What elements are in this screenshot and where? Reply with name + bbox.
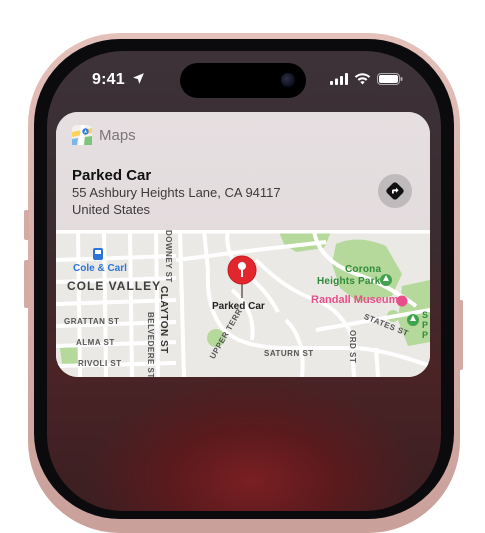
street-label-clayton: CLAYTON ST	[158, 286, 169, 354]
poi-corona-line1: Corona	[345, 264, 382, 275]
street-label-grattan: GRATTAN ST	[64, 317, 120, 326]
time-text: 9:41	[92, 71, 125, 88]
volume-down-button	[24, 260, 29, 308]
side-button	[458, 300, 463, 370]
address-line-2: United States	[72, 202, 151, 217]
neighborhood-label: COLE VALLEY	[67, 279, 162, 293]
status-icons	[330, 73, 403, 85]
app-name: Maps	[99, 126, 136, 144]
volume-up-button	[24, 210, 29, 240]
directions-arrow-icon	[386, 182, 404, 200]
notification-title: Parked Car	[72, 167, 152, 184]
street-label-alma: ALMA ST	[76, 338, 115, 347]
camera-icon	[281, 73, 295, 87]
app-row: Maps	[72, 125, 136, 145]
pin-label: Parked Car	[212, 301, 265, 312]
street-label-downey: DOWNEY ST	[164, 230, 173, 283]
street-label-belvedere: BELVEDERE ST	[146, 312, 155, 377]
location-arrow-icon	[133, 73, 145, 84]
maps-app-icon	[72, 125, 92, 145]
battery-icon	[377, 73, 403, 85]
maps-notification[interactable]: Maps Parked Car 55 Ashbury Heights Lane,…	[56, 112, 430, 377]
transit-label: Cole & Carl	[73, 263, 127, 274]
address-line-1: 55 Ashbury Heights Lane, CA 94117	[72, 185, 281, 200]
poi-side-park: S P P	[422, 310, 429, 340]
map-view[interactable]: Cole & Carl COLE VALLEY DOWNEY ST CLAYTO…	[56, 230, 430, 377]
small-park-area	[60, 346, 80, 364]
poi-randall-museum[interactable]: Randall Museum	[311, 294, 398, 306]
cellular-signal-icon	[330, 73, 348, 85]
status-time: 9:41	[92, 71, 145, 89]
wifi-icon	[354, 73, 371, 85]
street-label-ord: ORD ST	[348, 330, 357, 364]
street-label-rivoli: RIVOLI ST	[78, 359, 122, 368]
poi-corona-line2: Heights Park	[317, 276, 381, 287]
directions-button[interactable]	[378, 174, 412, 208]
street-label-saturn: SATURN ST	[264, 349, 314, 358]
